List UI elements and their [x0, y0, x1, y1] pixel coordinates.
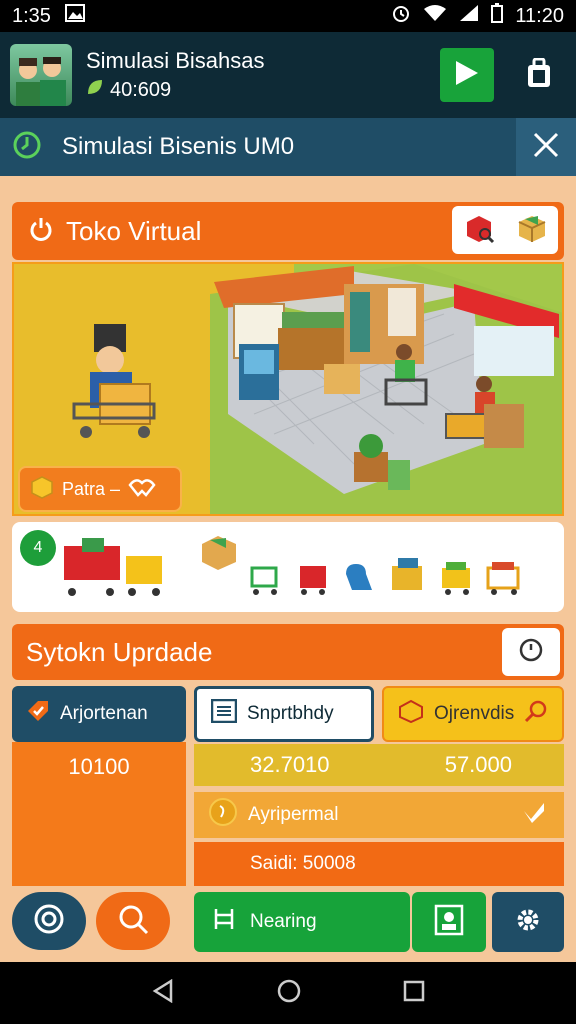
coin-icon	[208, 797, 238, 833]
cart-red-icon[interactable]	[300, 566, 326, 595]
cart-produce-icon[interactable]	[442, 562, 470, 595]
left-value-panel: 10100	[12, 742, 186, 886]
avatar[interactable]	[10, 44, 72, 106]
learning-button[interactable]: Nearing	[194, 892, 410, 952]
cart-large-icon[interactable]	[64, 538, 120, 596]
timer-button[interactable]	[502, 628, 560, 676]
tab-snprtbhdy[interactable]: Snprtbhdy	[194, 686, 374, 742]
ladder-icon	[212, 907, 236, 937]
play-button[interactable]	[440, 48, 494, 102]
cart-grocery-icon[interactable]	[486, 562, 520, 595]
status-time-right: 11:20	[515, 4, 564, 27]
tab-label: Arjortenan	[60, 703, 148, 724]
search-button[interactable]	[96, 892, 170, 950]
total-label: Saidi: 50008	[250, 853, 356, 874]
cart-stacked-icon[interactable]	[392, 558, 422, 590]
partner-button[interactable]: Patra –	[18, 466, 182, 512]
settings-button[interactable]	[492, 892, 564, 952]
recents-icon[interactable]	[403, 980, 425, 1007]
partner-label: Patra –	[62, 478, 121, 499]
refresh-button[interactable]	[0, 118, 54, 176]
left-value: 10100	[68, 754, 130, 779]
inspect-box-icon[interactable]	[463, 212, 495, 249]
leaf-icon	[86, 78, 104, 102]
value-row: 32.7010 57.000	[194, 744, 564, 786]
tab-label: Snprtbhdy	[247, 703, 334, 724]
document-icon	[434, 904, 464, 941]
magnifier-icon	[524, 699, 548, 729]
cart-green-icon[interactable]	[250, 566, 278, 595]
crate-item-icon[interactable]	[202, 536, 236, 570]
upgrade-header: Sytokn Uprdade	[12, 624, 564, 680]
store-title: Toko Virtual	[66, 215, 202, 246]
tab-label: Ojrenvdis	[434, 703, 515, 724]
tab-arjortenan[interactable]: Arjortenan	[12, 686, 186, 742]
crate-icon[interactable]	[516, 212, 548, 249]
status-bar: 1:35 11:20	[0, 0, 576, 32]
balance-value: 40:609	[110, 78, 172, 101]
battery-icon	[491, 3, 504, 29]
power-icon	[28, 216, 54, 247]
store-header: Toko Virtual	[12, 202, 564, 260]
value-b: 57.000	[444, 752, 512, 777]
status-time-left: 1:35	[12, 4, 51, 27]
app-title: Simulasi Bisahsas	[86, 48, 265, 73]
wifi-icon	[423, 4, 447, 28]
close-button[interactable]	[516, 118, 576, 176]
image-notification-icon	[64, 4, 85, 28]
tag-icon[interactable]	[346, 564, 372, 590]
detail-label: Ayripermal	[248, 804, 339, 825]
shopping-bag-icon	[526, 57, 552, 93]
signal-icon	[459, 4, 479, 28]
shopping-bag-button[interactable]	[512, 48, 566, 102]
value-a: 32.7010	[250, 752, 330, 777]
close-icon	[532, 131, 560, 164]
list-icon	[210, 698, 238, 729]
home-icon[interactable]	[276, 978, 302, 1009]
tab-ojrenvdis[interactable]: Ojrenvdis	[382, 686, 564, 742]
learning-label: Nearing	[250, 911, 317, 932]
box-search-icon	[398, 699, 424, 729]
refresh-icon	[12, 130, 42, 165]
handshake-icon	[128, 475, 156, 504]
sub-header-title: Simulasi Bisenis UM0	[62, 133, 295, 160]
gear-icon	[513, 905, 543, 940]
check-icon	[522, 801, 546, 829]
alarm-icon	[391, 3, 411, 29]
coin-box-icon	[30, 475, 54, 504]
tag-check-icon	[26, 699, 50, 729]
document-button[interactable]	[412, 892, 486, 952]
play-icon	[454, 59, 480, 92]
item-tray: 4	[12, 522, 564, 612]
app-bar: Simulasi Bisahsas 40:609	[0, 32, 576, 118]
detail-row[interactable]: Ayripermal	[194, 792, 564, 838]
total-row: Saidi: 50008	[194, 842, 564, 886]
sub-header: Simulasi Bisenis UM0	[0, 118, 576, 176]
back-icon[interactable]	[151, 978, 175, 1008]
cart-yellow-icon[interactable]	[126, 556, 162, 596]
system-navigation-bar	[0, 962, 576, 1024]
timer-icon	[518, 636, 544, 669]
search-icon	[116, 902, 150, 941]
target-icon	[32, 902, 66, 941]
target-button[interactable]	[12, 892, 86, 950]
upgrade-title: Sytokn Uprdade	[26, 636, 213, 667]
